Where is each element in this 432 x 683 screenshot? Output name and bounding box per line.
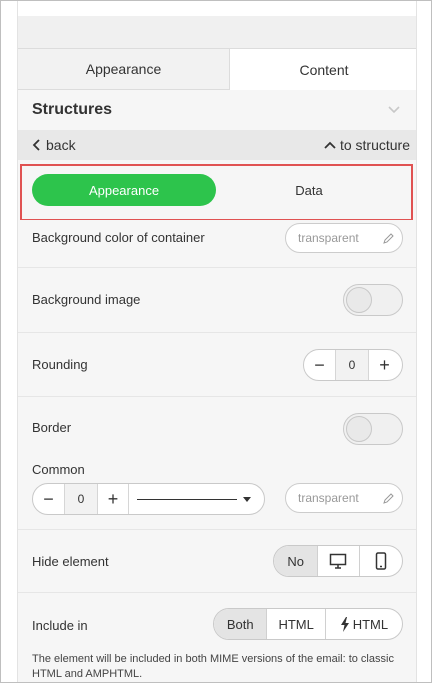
settings-panel: Appearance Content Structures back to st…	[17, 1, 417, 682]
background-image-label: Background image	[32, 292, 141, 307]
chevron-left-icon	[32, 139, 40, 151]
pen-icon	[383, 233, 394, 244]
back-button[interactable]: back	[32, 137, 76, 153]
tab-appearance[interactable]: Appearance	[18, 49, 229, 90]
hide-element-row: Hide element No	[18, 530, 416, 593]
structures-title: Structures	[32, 101, 113, 118]
border-color-picker[interactable]: transparent	[285, 483, 403, 513]
amphtml-label: HTML	[352, 616, 389, 632]
background-color-value: transparent	[298, 231, 359, 245]
border-width-value[interactable]: 0	[64, 484, 98, 514]
mode-appearance-button[interactable]: Appearance	[32, 174, 216, 206]
navigation-bar: back to structure	[18, 130, 416, 160]
background-color-row: Background color of container transparen…	[18, 220, 416, 268]
include-in-options: Both HTML HTML	[213, 608, 403, 640]
to-structure-button[interactable]: to structure	[324, 137, 410, 153]
panel-tabs: Appearance Content	[18, 49, 416, 90]
lightning-icon	[340, 616, 349, 632]
solid-line-icon	[137, 498, 237, 500]
border-color-value: transparent	[298, 491, 359, 505]
mobile-icon	[375, 552, 387, 570]
chevron-up-icon	[324, 141, 336, 149]
hide-desktop-option[interactable]	[317, 546, 358, 576]
rounding-row: Rounding − 0 +	[18, 333, 416, 397]
include-in-row: Include in Both HTML HTML The element wi…	[18, 593, 416, 682]
background-color-picker[interactable]: transparent	[285, 223, 403, 253]
background-image-toggle[interactable]	[343, 284, 403, 316]
toggle-knob	[346, 416, 372, 442]
hide-element-label: Hide element	[32, 554, 109, 569]
mode-data-button[interactable]: Data	[216, 174, 402, 206]
border-style-select[interactable]	[129, 483, 263, 515]
back-label: back	[46, 137, 76, 153]
pen-icon	[383, 493, 394, 504]
include-both-option[interactable]: Both	[214, 609, 267, 639]
border-toggle[interactable]	[343, 413, 403, 445]
border-controls: − 0 +	[32, 483, 265, 515]
include-amphtml-option[interactable]: HTML	[324, 609, 402, 639]
border-row: Border Common − 0 + transparent	[18, 397, 416, 530]
to-structure-label: to structure	[339, 137, 410, 153]
hide-no-option[interactable]: No	[274, 546, 318, 576]
mode-switch-area: Appearance Data	[18, 160, 416, 221]
rounding-increment-button[interactable]: +	[369, 350, 400, 380]
tab-content[interactable]: Content	[229, 49, 416, 90]
hide-mobile-option[interactable]	[358, 546, 402, 576]
background-image-row: Background image	[18, 268, 416, 333]
desktop-icon	[330, 553, 347, 569]
rounding-value[interactable]: 0	[335, 350, 369, 380]
rounding-decrement-button[interactable]: −	[304, 350, 335, 380]
caret-down-icon	[243, 496, 251, 502]
chevron-down-icon[interactable]	[387, 102, 401, 116]
toggle-knob	[346, 287, 372, 313]
border-width-decrement-button[interactable]: −	[33, 484, 64, 514]
include-in-label: Include in	[32, 618, 88, 633]
top-toolbar	[18, 16, 416, 49]
hide-element-options: No	[273, 545, 403, 577]
include-in-note: The element will be included in both MIM…	[32, 653, 394, 680]
border-width-increment-button[interactable]: +	[98, 484, 129, 514]
background-color-label: Background color of container	[32, 230, 205, 245]
structures-header[interactable]: Structures	[18, 90, 416, 130]
rounding-label: Rounding	[32, 357, 88, 372]
include-html-option[interactable]: HTML	[266, 609, 324, 639]
rounding-stepper: − 0 +	[303, 349, 403, 381]
border-label: Border	[32, 420, 72, 435]
border-common-label: Common	[32, 462, 85, 477]
